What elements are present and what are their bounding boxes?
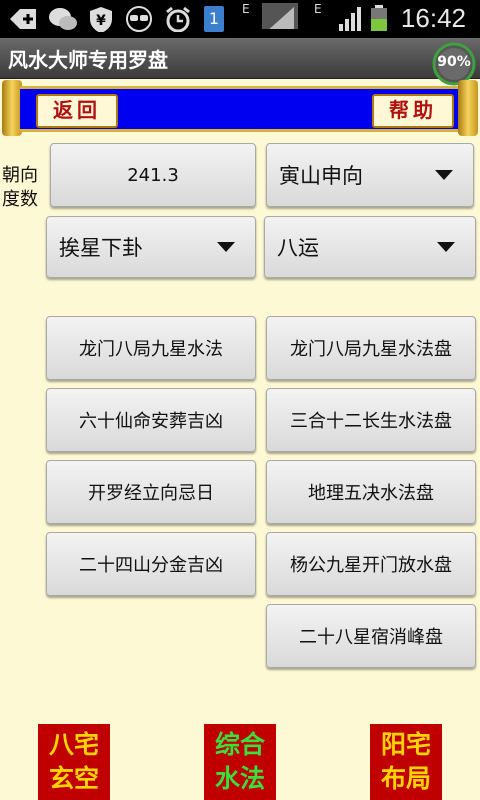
svg-text:¥: ¥ [96, 13, 106, 29]
feature-button-right-4[interactable]: 杨公九星开门放水盘 [266, 532, 476, 596]
app-title: 风水大师专用罗盘 [8, 48, 168, 72]
direction-degree-label: 朝向 度数 [2, 164, 46, 212]
era-value: 八运 [277, 236, 319, 260]
mountain-direction-value: 寅山申向 [279, 164, 363, 188]
feature-button-right-3[interactable]: 地理五决水法盘 [266, 460, 476, 524]
alarm-icon [166, 6, 190, 32]
yang-house-seal-button[interactable]: 阳宅 布局 [370, 724, 442, 800]
notification-badge-icon: 1 [204, 6, 224, 32]
network-type-label-2: E [314, 2, 322, 16]
seal-text-line-2: 水法 [214, 764, 265, 793]
scroll-roller-right [458, 80, 478, 136]
degree-value: 241.3 [127, 164, 179, 186]
era-dropdown[interactable]: 八运 [264, 216, 476, 278]
wechat-icon [49, 8, 77, 30]
scroll-roller-left [2, 80, 22, 136]
direction-label-line-2: 度数 [2, 189, 38, 210]
seal-text-line-2: 布局 [380, 764, 431, 793]
status-bar: ¥ 1 E E 16:42 [0, 0, 480, 38]
feature-button-right-2[interactable]: 三合十二长生水法盘 [266, 388, 476, 452]
notification-count: 1 [208, 9, 220, 28]
dropdown-arrow-icon [435, 170, 453, 180]
eight-mansions-seal-button[interactable]: 八宅 玄空 [38, 724, 110, 800]
title-bar: 风水大师专用罗盘 [0, 38, 480, 79]
signal-bars-icon [339, 7, 361, 31]
direction-label-line-1: 朝向 [2, 165, 38, 186]
dropdown-arrow-icon [217, 242, 235, 252]
glasses-icon [126, 6, 152, 32]
seal-text-line-2: 玄空 [48, 764, 99, 793]
signal-icon [262, 3, 298, 29]
scroll-banner: 返回 帮助 [0, 80, 480, 136]
back-button[interactable]: 返回 [36, 94, 118, 128]
feature-button-left-2[interactable]: 六十仙命安葬吉凶 [46, 388, 256, 452]
seal-text-line-1: 综合 [214, 730, 265, 759]
feature-button-right-5[interactable]: 二十八星宿消峰盘 [266, 604, 476, 668]
dropdown-arrow-icon [437, 242, 455, 252]
mountain-direction-dropdown[interactable]: 寅山申向 [266, 143, 474, 207]
seal-text-line-1: 阳宅 [380, 730, 431, 759]
shield-icon: ¥ [90, 7, 112, 32]
status-time: 16:42 [400, 3, 466, 33]
progress-percent: 90% [437, 54, 471, 70]
network-type-label: E [242, 2, 250, 16]
help-button[interactable]: 帮助 [372, 94, 454, 128]
star-method-value: 挨星下卦 [59, 236, 143, 260]
star-method-dropdown[interactable]: 挨星下卦 [46, 216, 256, 278]
feature-button-left-1[interactable]: 龙门八局九星水法 [46, 316, 256, 380]
feature-button-left-3[interactable]: 开罗经立向忌日 [46, 460, 256, 524]
water-method-seal-button[interactable]: 综合 水法 [204, 724, 276, 800]
feature-button-left-4[interactable]: 二十四山分金吉凶 [46, 532, 256, 596]
seal-text-line-1: 八宅 [48, 730, 99, 759]
degree-input-button[interactable]: 241.3 [50, 143, 256, 207]
feature-button-right-1[interactable]: 龙门八局九星水法盘 [266, 316, 476, 380]
battery-icon [371, 5, 387, 31]
add-icon [10, 9, 36, 29]
